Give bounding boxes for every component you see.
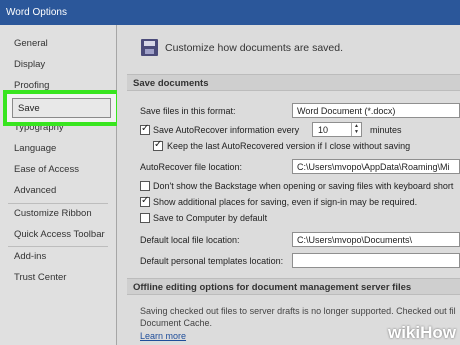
default-local-input[interactable]: C:\Users\mvopo\Documents\: [292, 232, 460, 247]
format-label: Save files in this format:: [140, 106, 236, 116]
sidebar-item-add-ins[interactable]: Add-ins: [14, 251, 46, 263]
learn-more-link[interactable]: Learn more: [140, 331, 186, 341]
save-to-computer-label: Save to Computer by default: [153, 213, 268, 223]
sidebar-item-language[interactable]: Language: [14, 143, 56, 155]
sidebar-item-trust-center[interactable]: Trust Center: [14, 272, 66, 284]
sidebar-divider: [8, 203, 108, 204]
autorecover-location-value: C:\Users\mvopo\AppData\Roaming\Mi: [297, 162, 450, 172]
sidebar-item-advanced[interactable]: Advanced: [14, 185, 56, 197]
sidebar-item-save[interactable]: Save: [12, 98, 111, 118]
title-bar: Word Options: [0, 0, 460, 25]
sidebar-item-general[interactable]: General: [14, 38, 48, 50]
sidebar-item-save-label: Save: [18, 103, 40, 114]
default-templates-input[interactable]: [292, 253, 460, 268]
autorecover-minutes-stepper[interactable]: 10 ▲ ▼: [312, 122, 362, 137]
keep-last-checkbox[interactable]: [153, 139, 163, 151]
sidebar: General Display Proofing Typography Lang…: [0, 25, 117, 345]
additional-places-label: Show additional places for saving, even …: [153, 197, 418, 207]
sidebar-item-quick-access-toolbar[interactable]: Quick Access Toolbar: [14, 229, 105, 241]
stepper-arrows-icon[interactable]: ▲ ▼: [351, 123, 361, 136]
autorecover-location-input[interactable]: C:\Users\mvopo\AppData\Roaming\Mi: [292, 159, 460, 174]
save-highlight-box: Save: [3, 90, 120, 126]
offline-description-line1: Saving checked out files to server draft…: [140, 306, 456, 316]
page-title: Customize how documents are saved.: [165, 42, 344, 54]
default-local-value: C:\Users\mvopo\Documents\: [297, 235, 413, 245]
main-content: Customize how documents are saved. Save …: [117, 25, 460, 345]
autorecover-label: Save AutoRecover information every: [153, 125, 300, 135]
additional-places-checkbox[interactable]: [140, 195, 150, 207]
wikihow-watermark: wikiHow: [388, 323, 456, 343]
window-title: Word Options: [6, 7, 67, 18]
autorecover-checkbox[interactable]: [140, 123, 150, 135]
default-local-label: Default local file location:: [140, 235, 240, 245]
autorecover-minutes-value: 10: [318, 125, 329, 135]
sidebar-item-display[interactable]: Display: [14, 59, 45, 71]
autorecover-location-label: AutoRecover file location:: [140, 162, 243, 172]
section-title: Offline editing options for document man…: [133, 282, 412, 293]
sidebar-divider: [8, 246, 108, 247]
no-backstage-label: Don't show the Backstage when opening or…: [153, 181, 454, 191]
section-save-documents: Save documents: [127, 74, 460, 91]
sidebar-item-customize-ribbon[interactable]: Customize Ribbon: [14, 208, 92, 220]
watermark-how: How: [420, 323, 456, 342]
section-offline-editing: Offline editing options for document man…: [127, 278, 460, 295]
keep-last-label: Keep the last AutoRecovered version if I…: [167, 141, 411, 151]
floppy-disk-icon: [141, 39, 158, 56]
watermark-wiki: wiki: [387, 323, 421, 342]
section-title: Save documents: [133, 78, 209, 89]
default-templates-label: Default personal templates location:: [140, 256, 284, 266]
offline-description-line2: Document Cache.: [140, 318, 213, 328]
no-backstage-checkbox[interactable]: [140, 181, 150, 191]
format-select-value: Word Document (*.docx): [297, 106, 396, 116]
sidebar-item-ease-of-access[interactable]: Ease of Access: [14, 164, 79, 176]
minutes-label: minutes: [370, 125, 402, 135]
save-to-computer-checkbox[interactable]: [140, 213, 150, 223]
format-select[interactable]: Word Document (*.docx): [292, 103, 460, 118]
